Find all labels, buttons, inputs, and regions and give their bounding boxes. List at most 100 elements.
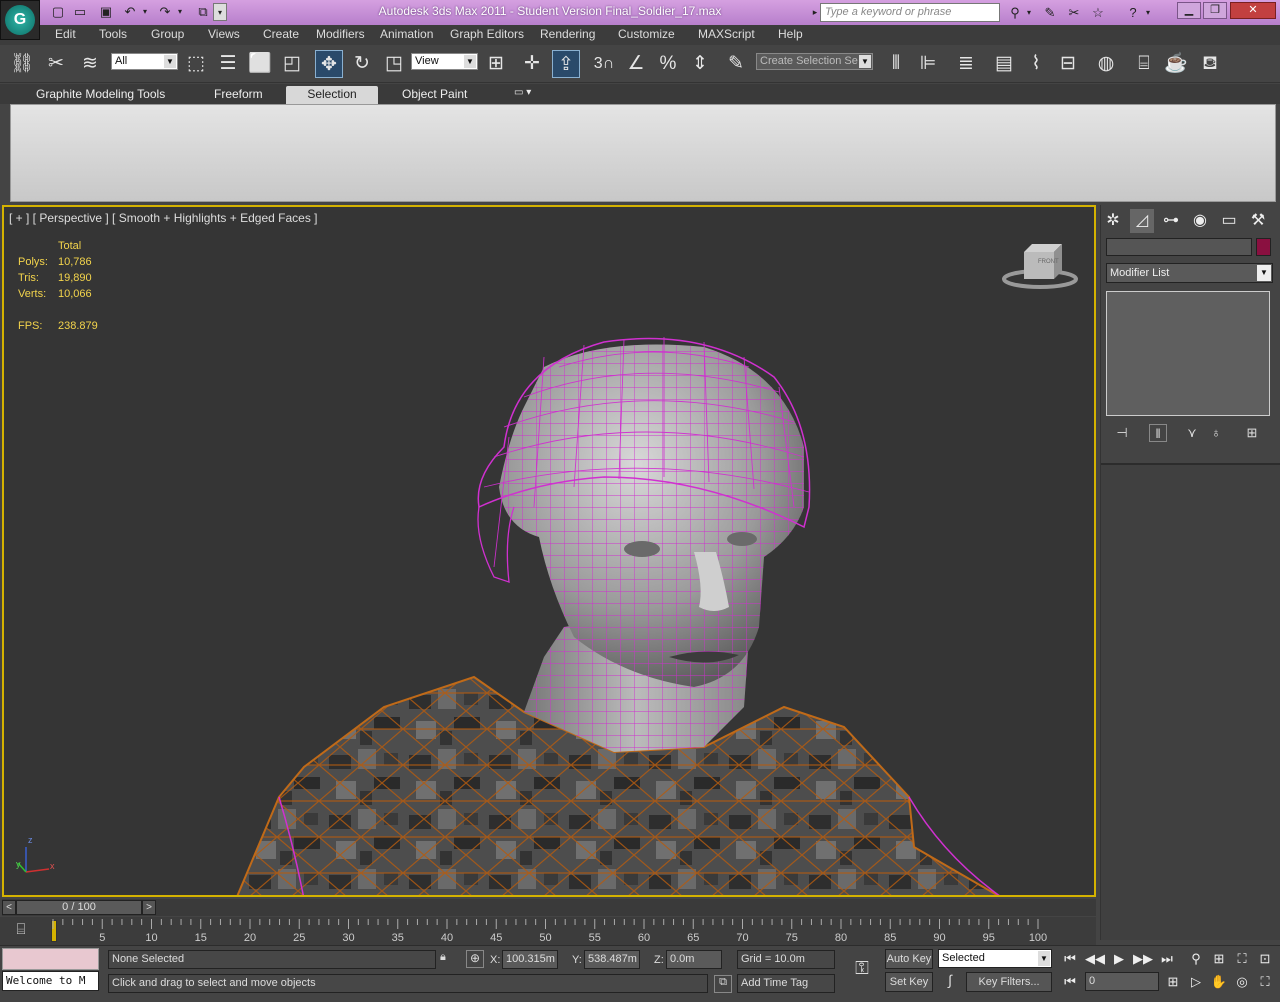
help-icon[interactable]: ? [1123,3,1143,22]
reference-coordinate-dropdown[interactable]: View ▼ [411,53,478,70]
modify-tab-icon[interactable]: ◿ [1130,209,1154,233]
angle-snap-icon[interactable]: ∠ [622,50,650,78]
menu-tools[interactable]: Tools [99,27,127,41]
undo-icon[interactable]: ↶ [120,3,140,21]
time-slider[interactable]: < 0 / 100 > [2,899,1096,916]
curve-editor-mini-icon[interactable]: ⌸ [8,921,34,941]
ribbon-options-icon[interactable]: ▭ ▾ [508,86,537,104]
select-by-name-icon[interactable]: ☰ [214,50,242,78]
help-dropdown-icon[interactable]: ▾ [1143,3,1153,22]
favorites-star-icon[interactable]: ☆ [1088,3,1108,22]
pan-view-icon[interactable]: ✋ [1209,972,1229,992]
set-key-mode-key-icon[interactable]: ⚿ [848,958,876,982]
y-coordinate-field[interactable]: 538.487m [584,950,640,969]
graphite-toggle-icon[interactable]: ▤ [990,50,1018,78]
zoom-extents-icon[interactable]: ⛶ [1232,949,1252,969]
remove-modifier-icon[interactable]: ♁ [1207,424,1225,442]
menu-rendering[interactable]: Rendering [540,27,595,41]
binoculars-icon[interactable]: ⚲ [1005,3,1025,22]
menu-graph-editors[interactable]: Graph Editors [450,27,524,41]
hierarchy-tab-icon[interactable]: ⊶ [1159,209,1183,233]
mirror-icon[interactable]: ⫴ [882,50,910,78]
keyboard-shortcut-override-icon[interactable]: ⇪ [552,50,580,78]
render-setup-icon[interactable]: ⌸ [1130,50,1158,78]
orbit-icon[interactable]: ◎ [1232,972,1252,992]
display-tab-icon[interactable]: ▭ [1217,209,1241,233]
select-and-move-icon[interactable]: ✥ [315,50,343,78]
next-frame-icon[interactable]: ▶▶ [1133,949,1153,969]
z-coordinate-field[interactable]: 0.0m [666,950,722,969]
window-crossing-icon[interactable]: ◰ [278,50,306,78]
snaps-toggle-icon[interactable]: 3∩ [590,50,618,78]
unlink-selection-icon[interactable]: ✂ [42,50,70,78]
layer-manager-icon[interactable]: ≣ [952,50,980,78]
search-expand-icon[interactable]: ▸ [810,3,820,22]
rendered-frame-window-icon[interactable]: ☕ [1162,50,1190,78]
current-frame-field[interactable]: 0 [1085,972,1159,991]
show-end-result-icon[interactable]: ‖ [1149,424,1167,442]
edit-named-selection-icon[interactable]: ✎ [722,50,750,78]
menu-customize[interactable]: Customize [618,27,675,41]
time-slider-thumb[interactable]: 0 / 100 [16,900,142,915]
spinner-snap-icon[interactable]: ⇕ [686,50,714,78]
selection-filter-dropdown[interactable]: All ▼ [111,53,178,70]
set-key-button[interactable]: Set Key [885,972,933,992]
menu-group[interactable]: Group [151,27,184,41]
pin-stack-icon[interactable]: ⊣ [1113,424,1131,442]
tab-freeform[interactable]: Freeform [208,86,269,104]
go-to-end-icon[interactable]: ⏭ [1157,949,1177,969]
zoom-extents-all-icon[interactable]: ⊡ [1255,949,1275,969]
select-and-link-icon[interactable]: ⛓ [8,50,36,78]
make-unique-icon[interactable]: ⋎ [1183,424,1201,442]
maxscript-mini-listener-bottom[interactable]: Welcome to M [2,971,99,991]
object-name-field[interactable] [1106,238,1252,256]
tab-graphite-modeling-tools[interactable]: Graphite Modeling Tools [30,86,171,104]
modifier-list-dropdown[interactable]: Modifier List ▼ [1106,263,1273,283]
undo-dropdown-icon[interactable]: ▾ [140,3,150,21]
tab-object-paint[interactable]: Object Paint [396,86,473,104]
maxscript-mini-listener-top[interactable] [2,948,99,970]
object-color-swatch[interactable] [1256,238,1271,256]
auto-key-button[interactable]: Auto Key [885,949,933,969]
menu-edit[interactable]: Edit [55,27,76,41]
subscription-icon[interactable]: ✎ [1040,3,1060,22]
menu-animation[interactable]: Animation [380,27,433,41]
select-and-manipulate-icon[interactable]: ✛ [518,50,546,78]
save-file-icon[interactable]: ▣ [96,3,116,21]
rectangular-selection-icon[interactable]: ⬜ [246,50,274,78]
percent-snap-icon[interactable]: % [654,50,682,78]
key-mode-toggle-icon[interactable]: ⏮ [1060,972,1080,992]
minimize-button[interactable]: ▁ [1177,2,1201,19]
field-of-view-icon[interactable]: ▷ [1186,972,1206,992]
viewport-label[interactable]: [ + ] [ Perspective ] [ Smooth + Highlig… [9,211,318,225]
named-selection-sets-dropdown[interactable]: Create Selection Se ▼ [756,53,873,70]
search-dropdown-icon[interactable]: ▾ [1024,3,1034,22]
redo-icon[interactable]: ↷ [155,3,175,21]
menu-help[interactable]: Help [778,27,803,41]
perspective-viewport[interactable]: [ + ] [ Perspective ] [ Smooth + Highlig… [2,205,1096,897]
play-icon[interactable]: ▶ [1109,949,1129,969]
add-time-tag-button[interactable]: Add Time Tag [737,974,835,993]
material-editor-icon[interactable]: ◍ [1092,50,1120,78]
maximize-button[interactable]: ❐ [1203,2,1227,19]
viewcube[interactable] [1014,239,1080,289]
go-to-start-icon[interactable]: ⏮ [1060,949,1080,969]
redo-dropdown-icon[interactable]: ▾ [175,3,185,21]
app-logo-button[interactable]: G [0,0,40,40]
configure-modifier-sets-icon[interactable]: ⊞ [1243,424,1261,442]
open-file-icon[interactable]: ▭ [70,3,90,21]
key-filters-button[interactable]: Key Filters... [966,972,1052,992]
time-configuration-icon[interactable]: ⊞ [1163,972,1183,992]
project-folder-icon[interactable]: ⧉ [193,3,213,21]
menu-maxscript[interactable]: MAXScript [698,27,755,41]
time-tag-icon[interactable]: ⧉ [714,975,732,993]
select-and-scale-icon[interactable]: ◳ [380,50,408,78]
create-tab-icon[interactable]: ✲ [1101,209,1125,233]
time-slider-next-button[interactable]: > [142,900,156,915]
time-slider-prev-button[interactable]: < [2,900,16,915]
bind-to-space-warp-icon[interactable]: ≋ [76,50,104,78]
zoom-icon[interactable]: ⚲ [1186,949,1206,969]
modifier-stack[interactable] [1106,291,1270,416]
zoom-all-icon[interactable]: ⊞ [1209,949,1229,969]
communication-icon[interactable]: ✂ [1064,3,1084,22]
